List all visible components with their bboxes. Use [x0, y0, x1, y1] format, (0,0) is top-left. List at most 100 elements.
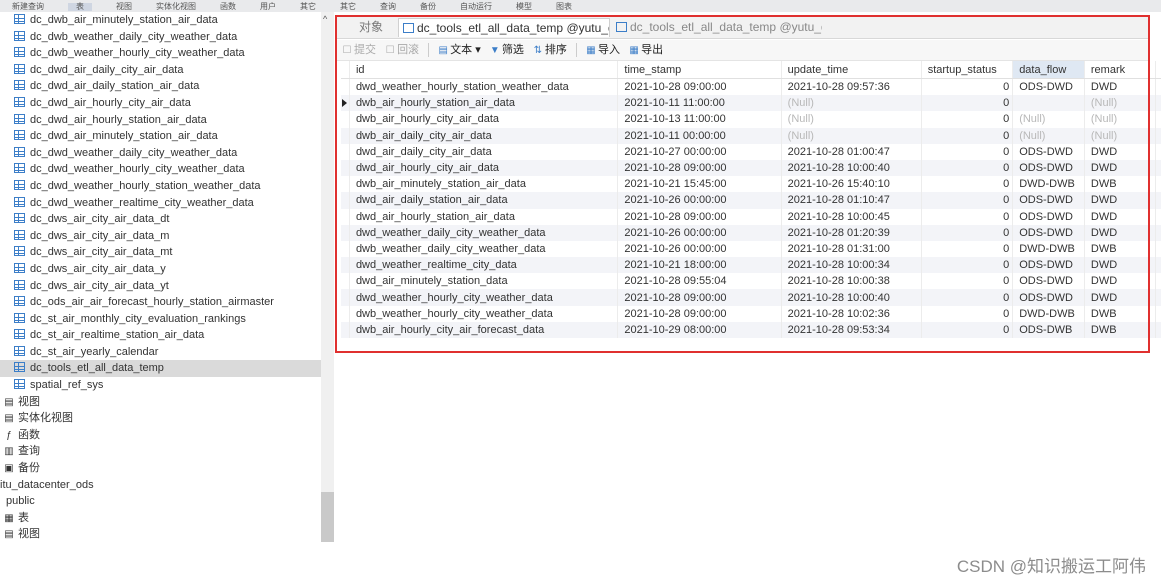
cell-time-stamp[interactable]: 2021-10-11 00:00:00: [617, 127, 782, 144]
cell-time-stamp[interactable]: 2021-10-21 15:45:00: [617, 176, 782, 193]
sidebar-table-item[interactable]: dc_dwd_weather_hourly_city_weather_data: [0, 161, 334, 178]
text-view-button[interactable]: ▤ 文本 ▾: [438, 40, 480, 60]
menu-item[interactable]: 图表: [556, 3, 572, 11]
cell-time-stamp[interactable]: 2021-10-28 09:00:00: [617, 305, 782, 322]
sidebar-table-item[interactable]: dc_dwb_weather_daily_city_weather_data: [0, 29, 334, 46]
cell-data-flow[interactable]: ODS-DWB: [1012, 321, 1085, 338]
cell-time-stamp[interactable]: 2021-10-11 11:00:00: [617, 95, 782, 112]
cell-id[interactable]: dwb_air_hourly_city_air_data: [349, 111, 619, 128]
cell-remark[interactable]: DWD: [1084, 78, 1157, 96]
row-header[interactable]: [341, 159, 350, 177]
cell-update-time[interactable]: 2021-10-28 10:00:40: [781, 289, 922, 306]
cell-startup-status[interactable]: 0: [921, 143, 1014, 160]
cell-time-stamp[interactable]: 2021-10-28 09:00:00: [617, 289, 782, 306]
cell-time-stamp[interactable]: 2021-10-26 00:00:00: [617, 224, 782, 241]
cell-data-flow[interactable]: ODS-DWD: [1012, 192, 1085, 209]
cell-startup-status[interactable]: 0: [921, 208, 1014, 225]
table-row[interactable]: dwd_weather_hourly_city_weather_data 2021…: [341, 289, 1161, 306]
cell-time-stamp[interactable]: 2021-10-29 08:00:00: [617, 321, 782, 338]
table-row[interactable]: dwd_air_daily_station_air_data 2021-10-26…: [341, 192, 1161, 209]
cell-id[interactable]: dwb_weather_daily_city_weather_data: [349, 240, 619, 258]
table-row[interactable]: dwd_weather_hourly_station_weather_data 2…: [341, 78, 1161, 96]
tab-objects[interactable]: 对象: [346, 18, 396, 37]
sidebar-table-item[interactable]: dc_dwd_air_daily_station_air_data: [0, 78, 334, 95]
cell-data-flow[interactable]: (Null): [1012, 127, 1085, 144]
row-header[interactable]: [341, 111, 350, 128]
cell-id[interactable]: dwb_air_hourly_station_air_data: [349, 95, 619, 112]
menu-item[interactable]: 其它: [340, 3, 356, 11]
menu-item[interactable]: 实体化视图: [156, 3, 196, 11]
cell-startup-status[interactable]: 0: [921, 321, 1014, 338]
cell-update-time[interactable]: (Null): [781, 111, 922, 128]
cell-remark[interactable]: DWB: [1084, 240, 1157, 258]
cell-update-time[interactable]: 2021-10-28 10:02:36: [781, 305, 922, 322]
scroll-thumb[interactable]: [321, 492, 334, 542]
table-row[interactable]: dwd_weather_realtime_city_data 2021-10-21…: [341, 257, 1161, 274]
sidebar-schema[interactable]: public: [0, 493, 334, 510]
cell-data-flow[interactable]: ODS-DWD: [1012, 159, 1085, 177]
sidebar-category-functions[interactable]: ƒ 函数: [0, 427, 334, 444]
row-header[interactable]: [341, 176, 350, 193]
menu-item[interactable]: 视图: [116, 3, 132, 11]
column-header-data-flow[interactable]: data_flow: [1012, 61, 1085, 79]
sidebar-table-item[interactable]: dc_dws_air_city_air_data_yt: [0, 278, 334, 295]
cell-startup-status[interactable]: 0: [921, 176, 1014, 193]
sidebar-table-item[interactable]: dc_dws_air_city_air_data_mt: [0, 244, 334, 261]
sidebar-table-item[interactable]: dc_dws_air_city_air_data_y: [0, 261, 334, 278]
cell-remark[interactable]: DWD: [1084, 224, 1157, 241]
sidebar-category-tables[interactable]: ▦ 表: [0, 510, 334, 527]
cell-update-time[interactable]: (Null): [781, 127, 922, 144]
cell-data-flow[interactable]: [1012, 95, 1085, 112]
filter-button[interactable]: ▼ 筛选: [490, 40, 524, 60]
sidebar-table-item[interactable]: dc_dwb_air_minutely_station_air_data: [0, 12, 334, 29]
table-row[interactable]: dwb_air_hourly_station_air_data 2021-10-1…: [341, 95, 1161, 112]
table-row[interactable]: dwd_air_hourly_city_air_data 2021-10-28 0…: [341, 159, 1161, 177]
table-row[interactable]: dwb_weather_daily_city_weather_data 2021-…: [341, 240, 1161, 258]
sidebar-category-views[interactable]: ▤ 视图: [0, 526, 334, 542]
cell-update-time[interactable]: 2021-10-28 10:00:45: [781, 208, 922, 225]
cell-startup-status[interactable]: 0: [921, 127, 1014, 144]
menu-item[interactable]: 用户: [260, 3, 276, 11]
cell-id[interactable]: dwd_weather_realtime_city_data: [349, 257, 619, 274]
row-header[interactable]: [341, 127, 350, 144]
menu-item[interactable]: 函数: [220, 3, 236, 11]
table-row[interactable]: dwb_weather_hourly_city_weather_data 2021…: [341, 305, 1161, 322]
table-row[interactable]: dwd_air_hourly_station_air_data 2021-10-2…: [341, 208, 1161, 225]
cell-remark[interactable]: DWD: [1084, 289, 1157, 306]
cell-update-time[interactable]: 2021-10-28 01:10:47: [781, 192, 922, 209]
row-header[interactable]: [341, 273, 350, 290]
sidebar-table-item[interactable]: dc_dwd_weather_realtime_city_weather_dat…: [0, 195, 334, 212]
cell-remark[interactable]: DWD: [1084, 159, 1157, 177]
cell-startup-status[interactable]: 0: [921, 95, 1014, 112]
table-row[interactable]: dwb_air_minutely_station_air_data 2021-10…: [341, 176, 1161, 193]
row-header[interactable]: [341, 321, 350, 338]
import-button[interactable]: ▦ 导入: [586, 40, 620, 60]
cell-remark[interactable]: (Null): [1084, 111, 1157, 128]
cell-data-flow[interactable]: DWD-DWB: [1012, 240, 1085, 258]
cell-update-time[interactable]: 2021-10-28 01:20:39: [781, 224, 922, 241]
row-header[interactable]: [341, 240, 350, 258]
cell-id[interactable]: dwd_air_daily_station_air_data: [349, 192, 619, 209]
menu-item[interactable]: 其它: [300, 3, 316, 11]
sidebar-table-item[interactable]: dc_st_air_monthly_city_evaluation_rankin…: [0, 311, 334, 328]
cell-data-flow[interactable]: ODS-DWD: [1012, 208, 1085, 225]
menu-item[interactable]: 查询: [380, 3, 396, 11]
cell-time-stamp[interactable]: 2021-10-28 09:00:00: [617, 78, 782, 96]
sidebar-table-item[interactable]: dc_dwd_air_daily_city_air_data: [0, 62, 334, 79]
cell-data-flow[interactable]: ODS-DWD: [1012, 257, 1085, 274]
column-header-startup-status[interactable]: startup_status: [921, 61, 1014, 79]
cell-data-flow[interactable]: (Null): [1012, 111, 1085, 128]
table-row[interactable]: dwd_weather_daily_city_weather_data 2021-…: [341, 224, 1161, 241]
cell-startup-status[interactable]: 0: [921, 111, 1014, 128]
table-row[interactable]: dwb_air_hourly_city_air_forecast_data 202…: [341, 321, 1161, 338]
export-button[interactable]: ▦ 导出: [629, 40, 663, 60]
cell-id[interactable]: dwd_weather_hourly_station_weather_data: [349, 78, 619, 96]
cell-update-time[interactable]: 2021-10-28 10:00:40: [781, 159, 922, 177]
cell-remark[interactable]: DWB: [1084, 176, 1157, 193]
sidebar-table-item[interactable]: dc_st_air_realtime_station_air_data: [0, 327, 334, 344]
cell-startup-status[interactable]: 0: [921, 240, 1014, 258]
sidebar-table-item[interactable]: dc_dwb_weather_hourly_city_weather_data: [0, 45, 334, 62]
sidebar-table-item[interactable]: dc_dwd_air_hourly_city_air_data: [0, 95, 334, 112]
cell-update-time[interactable]: 2021-10-28 01:00:47: [781, 143, 922, 160]
table-row[interactable]: dwd_air_minutely_station_data 2021-10-28 …: [341, 273, 1161, 290]
